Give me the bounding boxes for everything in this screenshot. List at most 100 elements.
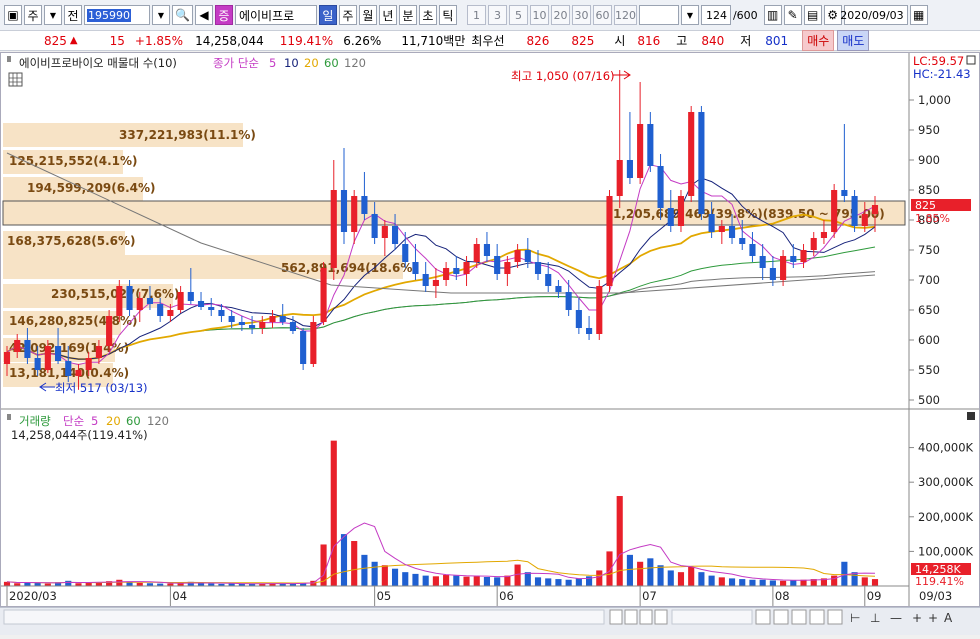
candle-body <box>769 268 776 280</box>
quote-bar: 825 ▲ 15 +1.85% 14,258,044 119.41% 6.26%… <box>0 30 980 51</box>
volume-bar <box>504 575 511 586</box>
volume-bar <box>677 572 685 586</box>
period-month[interactable]: 월 <box>358 5 377 25</box>
volume-ma-label: 단순 <box>63 414 84 428</box>
y-tick-label: 550 <box>918 363 940 377</box>
reset-icon[interactable]: + <box>928 611 938 625</box>
scroll-left-button[interactable] <box>609 609 623 625</box>
zoom-slider[interactable] <box>671 609 753 625</box>
up-arrow-icon: ▲ <box>69 35 78 46</box>
interval-5[interactable]: 5 <box>508 5 528 25</box>
layout-2-icon[interactable] <box>773 609 789 625</box>
period-week[interactable]: 주 <box>338 5 357 25</box>
layout-4-icon[interactable] <box>809 609 825 625</box>
save-icon[interactable]: ▤ <box>803 5 822 25</box>
fit-icon[interactable]: ⊢ <box>850 611 860 625</box>
candle-body <box>24 340 31 358</box>
low-price: 801 <box>765 33 789 48</box>
candle-body <box>218 310 225 316</box>
gear-icon[interactable]: ⚙ <box>823 5 842 25</box>
candle-body <box>626 160 633 178</box>
scroll-controls[interactable]: ⊢ ⊥ — + + A <box>0 608 980 636</box>
chart-scrollbar[interactable]: ⊢ ⊥ — + + A <box>0 607 980 635</box>
candle-body <box>208 307 215 310</box>
volume-bar <box>718 577 725 586</box>
interval-dropdown-icon[interactable]: ▼ <box>680 5 699 25</box>
period-tick[interactable]: 틱 <box>438 5 457 25</box>
stock-chart[interactable]: 337,221,983(11.1%) 125,215,552(4.1%) 194,5… <box>1 53 979 606</box>
interval-3[interactable]: 3 <box>487 5 507 25</box>
interval-10[interactable]: 10 <box>529 5 549 25</box>
scroll-track[interactable] <box>3 609 605 625</box>
volume-bar <box>565 579 572 586</box>
layout-3-icon[interactable] <box>791 609 807 625</box>
sell-button[interactable]: 매도 <box>837 30 870 51</box>
volume-profile-label: 337,221,983(11.1%) <box>119 128 256 142</box>
interval-custom-input[interactable] <box>638 5 679 25</box>
candle-body <box>667 208 674 226</box>
volume-bar <box>514 564 521 586</box>
stop-button[interactable] <box>639 609 653 625</box>
window-icon[interactable]: ▣ <box>4 5 22 25</box>
candle-type-icon[interactable]: ▥ <box>763 5 782 25</box>
zoom-out-icon[interactable]: — <box>890 611 902 625</box>
layout-1-icon[interactable] <box>755 609 771 625</box>
candle-body <box>759 256 766 268</box>
volume-bar <box>841 561 848 586</box>
count-input[interactable]: 124 <box>700 5 731 25</box>
period-year[interactable]: 년 <box>378 5 397 25</box>
panel-marker <box>7 56 11 62</box>
font-icon[interactable]: A <box>944 611 953 625</box>
draw-tool-icon[interactable]: ✎ <box>783 5 802 25</box>
interval-120[interactable]: 120 <box>613 5 637 25</box>
date-input[interactable]: 2020/09/03 <box>840 5 908 25</box>
hc-label: HC:-21.43 <box>913 67 971 81</box>
period-minute[interactable]: 분 <box>398 5 417 25</box>
candle-body <box>3 352 11 364</box>
period-day[interactable]: 일 <box>318 5 337 25</box>
table-icon[interactable] <box>8 72 23 87</box>
volume-profile-label: 1,205,689,469(39.8%)(839.50 ~ 795.00) <box>613 207 885 221</box>
rewind-button[interactable] <box>624 609 638 625</box>
volume-bar <box>739 579 746 586</box>
price-change: 15 <box>109 33 125 48</box>
candle-body <box>555 286 562 292</box>
interval-20[interactable]: 20 <box>550 5 570 25</box>
chart-area[interactable]: 337,221,983(11.1%) 125,215,552(4.1%) 194,5… <box>0 52 980 607</box>
play-button[interactable] <box>654 609 668 625</box>
calendar-icon[interactable]: ▦ <box>909 5 928 25</box>
volume-bar <box>443 574 450 586</box>
chevron-down-icon[interactable]: ▼ <box>44 5 62 25</box>
search-icon[interactable]: 🔍 <box>172 5 193 25</box>
price-panel-close-icon[interactable] <box>966 55 976 65</box>
volume-bar <box>647 558 654 586</box>
volume-y-tick-label: 300,000K <box>918 475 974 489</box>
candle-body <box>422 274 429 286</box>
zoom-in-icon[interactable]: + <box>912 611 922 625</box>
volume-bar <box>116 579 123 586</box>
interval-1[interactable]: 1 <box>466 5 486 25</box>
name-badge[interactable]: 증 <box>214 5 233 25</box>
candle-body <box>565 292 572 310</box>
x-tick-label: 08 <box>775 589 790 603</box>
market-select[interactable]: 주 <box>24 5 42 25</box>
layout-5-icon[interactable] <box>827 609 843 625</box>
volume-bar <box>688 566 695 586</box>
volume-bar <box>463 576 470 586</box>
candle-body <box>514 250 521 262</box>
x-tick-label: 04 <box>172 589 187 603</box>
volume-y-tick-label: 100,000K <box>918 544 974 558</box>
code-dropdown-icon[interactable]: ▼ <box>152 5 170 25</box>
buy-button[interactable]: 매수 <box>802 30 835 51</box>
interval-60[interactable]: 60 <box>592 5 612 25</box>
candle-body <box>534 262 542 274</box>
volume-pct: 119.41% <box>279 33 334 48</box>
volume-panel-close-icon[interactable] <box>967 412 975 420</box>
prev-button[interactable]: 전 <box>64 5 82 25</box>
crosshair-icon[interactable]: ⊥ <box>870 611 880 625</box>
stock-name-field[interactable]: 에이비프로 <box>234 5 317 25</box>
period-second[interactable]: 초 <box>418 5 437 25</box>
interval-30[interactable]: 30 <box>571 5 591 25</box>
stock-code-input[interactable]: 195990 <box>84 5 150 25</box>
speaker-icon[interactable]: ◀ <box>194 5 213 25</box>
